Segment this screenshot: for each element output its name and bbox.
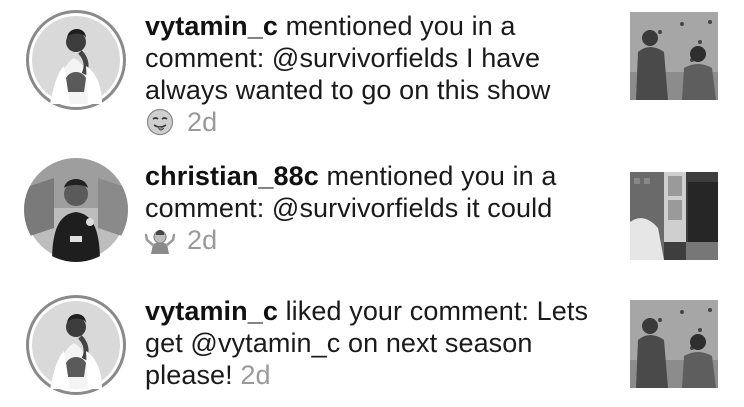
- post-thumbnail[interactable]: [630, 300, 718, 388]
- timestamp: 2d: [187, 225, 218, 255]
- avatar[interactable]: [24, 158, 128, 262]
- timestamp: 2d: [187, 107, 218, 137]
- avatar[interactable]: [24, 8, 128, 112]
- notification-text: christian_88c mentioned you in a comment…: [145, 160, 610, 256]
- avatar[interactable]: [24, 293, 128, 397]
- notification-text: vytamin_c liked your comment: Lets get @…: [145, 295, 610, 391]
- timestamp: 2d: [240, 360, 271, 390]
- tongue-emoji-icon: [145, 108, 175, 136]
- username[interactable]: christian_88c: [145, 161, 319, 191]
- post-thumbnail[interactable]: [630, 172, 718, 260]
- notification-item[interactable]: vytamin_c liked your comment: Lets get @…: [0, 285, 744, 407]
- notification-item[interactable]: christian_88c mentioned you in a comment…: [0, 150, 744, 278]
- notification-text: vytamin_c mentioned you in a comment: @s…: [145, 10, 610, 138]
- notification-item[interactable]: vytamin_c mentioned you in a comment: @s…: [0, 0, 744, 137]
- post-thumbnail[interactable]: [630, 12, 718, 100]
- username[interactable]: vytamin_c: [145, 296, 278, 326]
- activity-feed: vytamin_c mentioned you in a comment: @s…: [0, 0, 744, 407]
- username[interactable]: vytamin_c: [145, 11, 278, 41]
- shrug-emoji-icon: [145, 226, 175, 254]
